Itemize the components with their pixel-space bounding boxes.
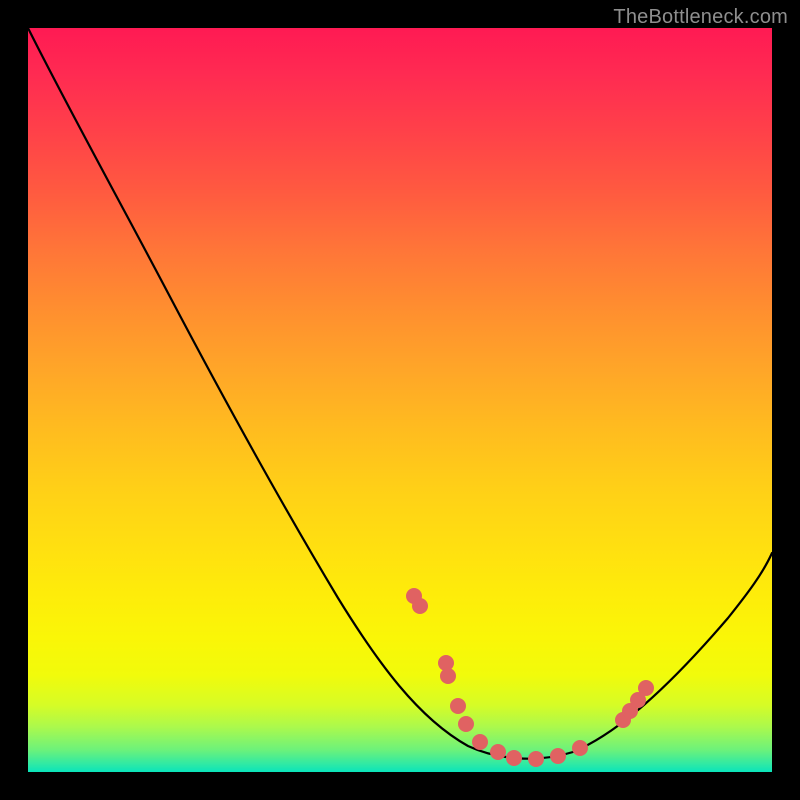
curve-dots	[406, 588, 654, 767]
curve-dot	[572, 740, 588, 756]
curve-dot	[440, 668, 456, 684]
bottleneck-curve	[28, 28, 772, 759]
curve-dot	[412, 598, 428, 614]
curve-dot	[528, 751, 544, 767]
curve-dot	[450, 698, 466, 714]
curve-dot	[472, 734, 488, 750]
bottleneck-curve-svg	[28, 28, 772, 772]
curve-dot	[458, 716, 474, 732]
plot-area	[28, 28, 772, 772]
curve-dot	[506, 750, 522, 766]
watermark-text: TheBottleneck.com	[613, 6, 788, 29]
curve-dot	[638, 680, 654, 696]
curve-dot	[490, 744, 506, 760]
curve-dot	[550, 748, 566, 764]
